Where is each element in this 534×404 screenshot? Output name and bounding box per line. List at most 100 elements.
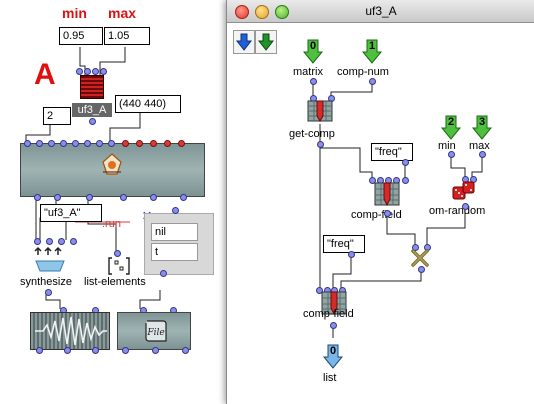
waveform-icon — [35, 316, 107, 346]
connection-port[interactable] — [84, 140, 91, 147]
connection-port[interactable] — [34, 238, 41, 245]
get-comp-icon[interactable] — [307, 100, 333, 122]
connection-port[interactable] — [24, 140, 31, 147]
min-label: min — [62, 5, 87, 21]
connection-port[interactable] — [348, 251, 355, 258]
connection-port[interactable] — [48, 140, 55, 147]
input-label-comp-num: comp-num — [337, 66, 389, 78]
connection-port[interactable] — [182, 347, 189, 354]
connection-port[interactable] — [180, 194, 187, 201]
input-label-max: max — [469, 140, 490, 152]
num-value-box[interactable]: 2 — [43, 107, 71, 125]
input-arrow-max[interactable]: 3 — [471, 114, 493, 140]
connection-port[interactable] — [462, 203, 469, 210]
connection-port[interactable] — [45, 289, 52, 296]
synthesize-icon — [30, 245, 70, 273]
connection-port[interactable] — [369, 78, 376, 85]
connection-port[interactable] — [60, 140, 67, 147]
input-label-min: min — [438, 140, 456, 152]
connection-port[interactable] — [34, 194, 41, 201]
connection-port[interactable] — [92, 68, 99, 75]
connection-port[interactable] — [76, 68, 83, 75]
connection-port[interactable] — [122, 347, 129, 354]
om-random-label: om-random — [429, 205, 486, 217]
input-index-2: 2 — [447, 116, 455, 128]
connection-port[interactable] — [418, 266, 425, 273]
connection-port[interactable] — [178, 140, 185, 147]
patch-editor: min max 0.95 1.05 A uf3_A (440 440) 2 "u… — [0, 0, 226, 404]
list-value-box[interactable]: (440 440) — [115, 95, 181, 113]
menu-item-nil[interactable]: nil — [151, 223, 198, 241]
connection-port[interactable] — [164, 140, 171, 147]
connection-port[interactable] — [100, 68, 107, 75]
min-value-box[interactable]: 0.95 — [59, 27, 103, 45]
input-arrow-min[interactable]: 2 — [440, 114, 462, 140]
menu-box[interactable]: nil t — [144, 213, 214, 275]
connection-port[interactable] — [92, 347, 99, 354]
connection-port[interactable] — [317, 141, 324, 148]
letter-a-label: A — [34, 58, 56, 91]
input-label-matrix: matrix — [293, 66, 323, 78]
connection-port[interactable] — [36, 347, 43, 354]
input-arrow-matrix[interactable]: 0 — [302, 38, 324, 64]
file-box[interactable]: File — [117, 312, 191, 350]
list-elements-label: list-elements — [84, 276, 146, 288]
multiply-icon[interactable] — [410, 249, 430, 267]
comp-field-label-lower: comp-field — [303, 308, 354, 320]
svg-text:File: File — [146, 328, 164, 338]
comp-field-label-upper: comp-field — [351, 209, 402, 221]
dice-icon[interactable] — [451, 180, 477, 202]
abstraction-box-uf3-a[interactable]: uf3_A — [70, 68, 114, 125]
synth-panel[interactable] — [20, 143, 205, 197]
output-arrow-list[interactable]: 0 — [322, 343, 344, 369]
connection-port[interactable] — [150, 140, 157, 147]
connection-port[interactable] — [108, 140, 115, 147]
connection-port[interactable] — [330, 322, 337, 329]
comp-field-icon-upper[interactable] — [374, 182, 400, 207]
connection-port[interactable] — [384, 210, 391, 217]
output-label-list: list — [323, 372, 337, 384]
connection-port[interactable] — [152, 347, 159, 354]
connection-port[interactable] — [122, 140, 129, 147]
connection-port[interactable] — [402, 159, 409, 166]
list-elements-icon — [108, 256, 130, 276]
connection-port[interactable] — [402, 177, 409, 184]
connection-port[interactable] — [54, 194, 61, 201]
subpatch-window[interactable]: uf3_A 0 matrix 1 comp-num get-comp "freq… — [226, 0, 534, 404]
string-value-box[interactable]: "uf3_A" — [40, 204, 102, 222]
input-arrow-comp-num[interactable]: 1 — [361, 38, 383, 64]
output-index-0: 0 — [329, 345, 337, 357]
freq-value-box-lower[interactable]: "freq" — [323, 235, 365, 253]
connection-port[interactable] — [160, 270, 167, 277]
connection-port[interactable] — [96, 140, 103, 147]
connection-port[interactable] — [310, 78, 317, 85]
connection-port[interactable] — [172, 207, 179, 214]
connection-port[interactable] — [72, 140, 79, 147]
connection-port[interactable] — [70, 238, 77, 245]
abstraction-label: uf3_A — [72, 103, 112, 117]
file-scroll-icon: File — [142, 317, 170, 345]
connection-port[interactable] — [84, 68, 91, 75]
connection-port[interactable] — [86, 194, 93, 201]
run-label: .run — [102, 218, 121, 230]
connection-port[interactable] — [120, 194, 127, 201]
synth-icon — [99, 152, 125, 178]
connection-port[interactable] — [36, 140, 43, 147]
input-index-0: 0 — [309, 40, 317, 52]
menu-item-t[interactable]: t — [151, 243, 198, 261]
get-comp-label: get-comp — [289, 128, 335, 140]
connection-port[interactable] — [150, 194, 157, 201]
max-value-box[interactable]: 1.05 — [104, 27, 150, 45]
max-label: max — [108, 5, 137, 21]
input-index-3: 3 — [478, 116, 486, 128]
grid-icon — [80, 75, 104, 99]
connection-port[interactable] — [136, 140, 143, 147]
connection-port[interactable] — [89, 118, 96, 125]
synthesize-label: synthesize — [20, 276, 72, 288]
connection-port[interactable] — [479, 151, 486, 158]
connection-port[interactable] — [64, 347, 71, 354]
sound-waveform-box[interactable] — [30, 312, 110, 350]
connection-port[interactable] — [46, 238, 53, 245]
connection-port[interactable] — [448, 151, 455, 158]
connection-port[interactable] — [58, 238, 65, 245]
